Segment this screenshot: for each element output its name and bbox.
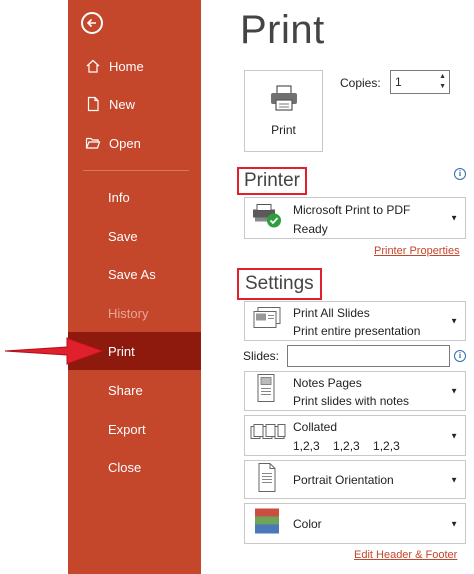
nav-export[interactable]: Export <box>68 410 201 448</box>
portrait-orientation-icon <box>250 462 284 497</box>
nav-new-label: New <box>109 96 136 112</box>
slides-info-icon[interactable]: i <box>454 350 466 362</box>
print-layout-subtitle: Print slides with notes <box>293 394 410 408</box>
nav-history-label: History <box>108 305 149 321</box>
printer-name: Microsoft Print to PDF <box>293 203 411 217</box>
collation-dropdown[interactable]: Collated 1,2,3 1,2,3 1,2,3 ▼ <box>244 415 466 456</box>
nav-home[interactable]: Home <box>68 47 201 85</box>
copies-stepper[interactable]: 1 ▲ ▼ <box>390 70 450 94</box>
color-dropdown[interactable]: Color ▼ <box>244 503 466 544</box>
slides-label: Slides: <box>243 349 280 363</box>
folder-icon <box>83 134 103 152</box>
collation-title: Collated <box>293 420 338 434</box>
nav-print-label: Print <box>108 343 135 359</box>
copies-label: Copies: <box>340 76 381 90</box>
backstage-sidebar: Home New Open Info Save Save As History … <box>68 0 201 574</box>
back-button[interactable] <box>81 12 103 34</box>
color-title: Color <box>293 517 322 531</box>
printer-status: Ready <box>293 222 328 236</box>
back-arrow-icon <box>86 18 96 28</box>
printer-icon <box>271 85 297 111</box>
settings-section-header: Settings <box>237 268 322 300</box>
nav-save-label: Save <box>108 228 138 244</box>
orientation-title: Portrait Orientation <box>293 473 394 487</box>
nav-export-label: Export <box>108 421 146 437</box>
nav-info-label: Info <box>108 189 130 205</box>
notes-page-icon <box>250 374 284 409</box>
page-title: Print <box>240 8 325 52</box>
new-document-icon <box>83 95 103 113</box>
printer-info-icon[interactable]: i <box>454 168 466 180</box>
nav-new[interactable]: New <box>68 85 201 123</box>
orientation-dropdown[interactable]: Portrait Orientation ▼ <box>244 460 466 499</box>
print-button[interactable]: Print <box>244 70 323 152</box>
print-layout-title: Notes Pages <box>293 376 362 390</box>
spin-up-icon[interactable]: ▲ <box>439 73 446 80</box>
nav-open[interactable]: Open <box>68 124 201 162</box>
spin-down-icon[interactable]: ▼ <box>439 83 446 90</box>
printer-dropdown[interactable]: Microsoft Print to PDF Ready ▼ <box>244 197 466 239</box>
edit-header-footer-link[interactable]: Edit Header & Footer <box>354 549 457 561</box>
red-pointer-arrow <box>4 337 105 365</box>
chevron-down-icon: ▼ <box>450 386 458 396</box>
nav-open-label: Open <box>109 135 141 151</box>
nav-info[interactable]: Info <box>68 178 201 216</box>
nav-save-as[interactable]: Save As <box>68 255 201 293</box>
nav-home-label: Home <box>109 58 144 74</box>
collation-subtitle: 1,2,3 1,2,3 1,2,3 <box>293 439 400 453</box>
color-swatch-icon <box>250 506 284 541</box>
chevron-down-icon: ▼ <box>450 519 458 528</box>
left-margin <box>0 0 68 574</box>
nav-save-as-label: Save As <box>108 266 156 282</box>
print-range-subtitle: Print entire presentation <box>293 324 421 338</box>
chevron-down-icon: ▼ <box>450 475 458 484</box>
printer-ready-icon <box>250 201 284 236</box>
nav-history: History <box>68 294 201 332</box>
nav-save[interactable]: Save <box>68 217 201 255</box>
nav-close[interactable]: Close <box>68 448 201 486</box>
chevron-down-icon: ▼ <box>450 213 458 223</box>
nav-divider <box>83 170 189 171</box>
copies-value: 1 <box>395 75 402 89</box>
all-slides-icon <box>250 305 284 338</box>
nav-share[interactable]: Share <box>68 371 201 409</box>
nav-close-label: Close <box>108 459 142 475</box>
collated-icon <box>250 420 286 451</box>
home-icon <box>83 57 103 75</box>
slides-input[interactable] <box>287 345 450 367</box>
printer-properties-link[interactable]: Printer Properties <box>374 245 460 257</box>
chevron-down-icon: ▼ <box>450 431 458 440</box>
printer-section-header: Printer <box>237 167 307 195</box>
print-button-label: Print <box>271 123 296 137</box>
print-range-dropdown[interactable]: Print All Slides Print entire presentati… <box>244 301 466 341</box>
chevron-down-icon: ▼ <box>450 316 458 326</box>
print-range-title: Print All Slides <box>293 306 370 320</box>
print-layout-dropdown[interactable]: Notes Pages Print slides with notes ▼ <box>244 371 466 411</box>
nav-share-label: Share <box>108 382 143 398</box>
